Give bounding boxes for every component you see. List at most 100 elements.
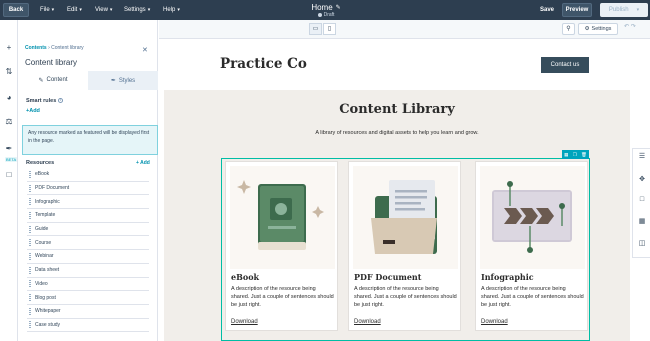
list-item[interactable]: Case study [27,319,149,333]
smart-rules-text: Smart rules [26,98,57,104]
menu-settings[interactable]: Settings ▾ [124,0,150,20]
collapse-icon[interactable]: ☰ [637,152,647,162]
list-item[interactable]: Infographic [27,195,149,210]
brush-icon: ✒ [110,78,116,84]
add-resource-button[interactable]: + Add [136,160,150,166]
contact-us-button[interactable]: Contact us [541,57,589,73]
drag-handle-icon[interactable] [29,280,31,288]
list-item[interactable]: Blog post [27,291,149,305]
resource-card: PDF Document A description of the resour… [348,161,461,331]
delete-icon[interactable]: 🗑 [581,152,587,158]
download-link[interactable]: Download [231,319,258,325]
drag-handle-icon[interactable] [29,198,31,206]
resource-label: Infographic [35,198,60,205]
drag-handle-icon[interactable] [29,252,31,260]
list-item[interactable]: Video [27,278,149,292]
download-link[interactable]: Download [354,319,381,325]
undo-icon[interactable]: ↶ [624,24,629,30]
drag-handle-icon[interactable] [29,266,31,274]
drag-handle-icon[interactable] [29,239,31,247]
list-item[interactable]: Guide [27,223,149,237]
featured-note: Any resource marked as featured will be … [22,125,158,155]
status-dot-icon [317,12,322,17]
page-title-area[interactable]: Home ✎ Draft [290,0,362,20]
pencil-icon[interactable]: ✎ [336,4,341,11]
drag-handle-icon[interactable] [29,321,31,329]
menu-file[interactable]: File ▾ [40,0,54,20]
search-icon[interactable]: ⚲ [562,23,575,35]
add-icon[interactable]: + [4,43,14,53]
list-item[interactable]: Data sheet [27,264,149,278]
download-link[interactable]: Download [481,319,508,325]
move-icon[interactable]: ✥ [637,175,647,185]
drag-handle-icon[interactable] [29,170,31,178]
site-brand[interactable]: Practice Co [220,56,307,72]
database-icon[interactable]: ◫ [637,239,647,249]
design-icon[interactable]: ◕ [4,93,14,103]
menu-settings-label: Settings [124,7,146,13]
duplicate-icon[interactable]: ❐ [573,152,577,158]
brush-icon[interactable]: ✒ [4,144,14,154]
list-item[interactable]: Course [27,236,149,251]
save-button[interactable]: Save [540,0,554,20]
breadcrumb-current: Content library [51,45,84,51]
list-item[interactable]: Webinar [27,250,149,264]
pencil-icon: ✎ [38,77,44,84]
menu-edit[interactable]: Edit ▾ [67,0,82,20]
settings-label: Settings [591,26,612,32]
desktop-view-icon[interactable]: ▭ [309,23,322,35]
list-item[interactable]: PDF Document [27,182,149,196]
canvas-toolbar: ▭ ▯ ⚲ ⚙ Settings ↶ ↷ [159,20,650,39]
chevron-down-icon: ▾ [51,7,55,13]
mobile-view-icon[interactable]: ▯ [323,23,336,35]
redo-icon[interactable]: ↷ [631,24,636,30]
drag-handle-icon[interactable] [29,307,31,315]
resource-label: Blog post [35,294,56,301]
flask-icon[interactable]: ⚖ [4,117,14,127]
menu-help[interactable]: Help ▾ [163,0,180,20]
close-icon[interactable]: ✕ [142,46,148,54]
settings-button[interactable]: ⚙ Settings [578,23,618,35]
chevron-down-icon[interactable]: ▾ [637,7,640,13]
add-smart-rule-button[interactable]: +Add [26,108,40,114]
chevron-down-icon: ▾ [147,7,151,13]
drag-handle-icon[interactable] [29,211,31,219]
list-item[interactable]: Template [27,209,149,223]
module-settings-icon[interactable]: ▦ [564,152,568,158]
card-description: A description of the resource being shar… [481,286,584,308]
add-resource-label: Add [140,160,150,166]
menu-file-label: File [40,7,50,13]
infographic-illustration [480,166,585,269]
info-icon[interactable]: i [58,98,64,104]
drag-handle-icon[interactable] [29,294,31,302]
site-header: Practice Co Contact us [164,41,630,90]
beta-badge: BETA [5,157,18,162]
publish-button[interactable]: Publish ▾ [600,3,648,17]
preview-button[interactable]: Preview [562,3,592,17]
left-icon-rail: + ⇅ ◕ ⚖ BETA ✒ □ [0,20,18,341]
menu-edit-label: Edit [67,7,78,13]
tab-styles[interactable]: ✒ Styles [88,71,158,90]
undo-redo: ↶ ↷ [624,23,636,30]
list-item[interactable]: Whitepaper [27,305,149,319]
back-button[interactable]: Back [3,3,29,17]
list-item[interactable]: eBook [27,168,149,182]
card-title: PDF Document [354,272,422,282]
tab-content[interactable]: ✎ Content [18,71,88,90]
panel-tabs: ✎ Content ✒ Styles [18,71,158,90]
breadcrumb-root[interactable]: Contents [25,45,47,51]
layout-icon[interactable]: ▦ [637,217,647,227]
card-title: eBook [231,272,260,282]
library-subtitle: A library of resources and digital asset… [315,130,479,136]
resource-label: Template [35,212,56,219]
drag-handle-icon[interactable] [29,184,31,192]
drag-handle-icon[interactable] [29,225,31,233]
chevron-down-icon: ▾ [109,7,113,13]
page-icon[interactable]: □ [4,170,14,180]
card-description: A description of the resource being shar… [231,286,334,308]
chevron-down-icon: ▾ [177,7,180,13]
comment-icon[interactable]: □ [637,196,647,206]
layers-icon[interactable]: ⇅ [4,67,14,77]
pdf-document-illustration [353,166,458,269]
menu-view[interactable]: View ▾ [95,0,112,20]
